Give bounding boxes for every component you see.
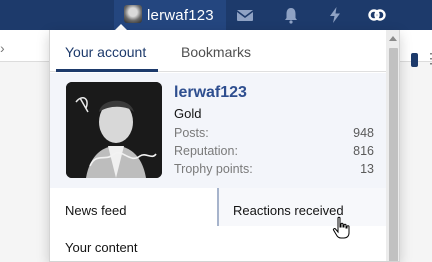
top-navbar: lerwaf123 bbox=[0, 0, 432, 30]
link-reactions-received[interactable]: Reactions received bbox=[233, 203, 344, 218]
page-button-icon[interactable] bbox=[411, 53, 418, 67]
chevron-right-icon: › bbox=[0, 40, 5, 56]
tab-your-account[interactable]: Your account bbox=[65, 44, 146, 60]
scroll-thumb[interactable] bbox=[389, 48, 398, 261]
more-icon[interactable]: ⋮ bbox=[424, 50, 432, 67]
menu-scrollbar[interactable] bbox=[386, 30, 399, 261]
scroll-up-arrow-icon[interactable] bbox=[389, 36, 397, 41]
account-menu-tabs: Your account Bookmarks bbox=[50, 30, 386, 72]
stat-value: 13 bbox=[360, 162, 374, 176]
stat-value: 816 bbox=[353, 144, 374, 158]
stat-label: Reputation: bbox=[174, 144, 238, 158]
stat-label: Trophy points: bbox=[174, 162, 253, 176]
user-title: Gold bbox=[174, 106, 202, 121]
profile-summary: lerwaf123 Gold Posts: 948 Reputation: 81… bbox=[50, 73, 386, 188]
stat-label: Posts: bbox=[174, 126, 209, 140]
account-menu-trigger[interactable]: lerwaf123 bbox=[114, 0, 226, 30]
tab-bookmarks[interactable]: Bookmarks bbox=[181, 44, 251, 60]
profile-avatar[interactable] bbox=[66, 82, 162, 178]
stat-reputation[interactable]: Reputation: 816 bbox=[174, 144, 374, 160]
link-your-content[interactable]: Your content bbox=[65, 240, 138, 255]
page-right-controls: ⋮ bbox=[398, 45, 432, 85]
link-icon[interactable] bbox=[366, 4, 388, 26]
lightning-icon[interactable] bbox=[324, 4, 346, 26]
stat-trophy-points[interactable]: Trophy points: 13 bbox=[174, 162, 374, 178]
mail-icon[interactable] bbox=[234, 4, 256, 26]
avatar bbox=[124, 5, 142, 23]
bell-icon[interactable] bbox=[280, 4, 302, 26]
link-news-feed[interactable]: News feed bbox=[65, 203, 126, 218]
stat-posts[interactable]: Posts: 948 bbox=[174, 126, 374, 142]
profile-username-link[interactable]: lerwaf123 bbox=[174, 84, 247, 102]
link-reactions-received-row[interactable]: Reactions received bbox=[217, 188, 386, 226]
hand-pointer-icon bbox=[332, 216, 350, 239]
active-tab-indicator bbox=[56, 69, 158, 72]
stat-value: 948 bbox=[353, 126, 374, 140]
nav-username: lerwaf123 bbox=[147, 7, 214, 24]
